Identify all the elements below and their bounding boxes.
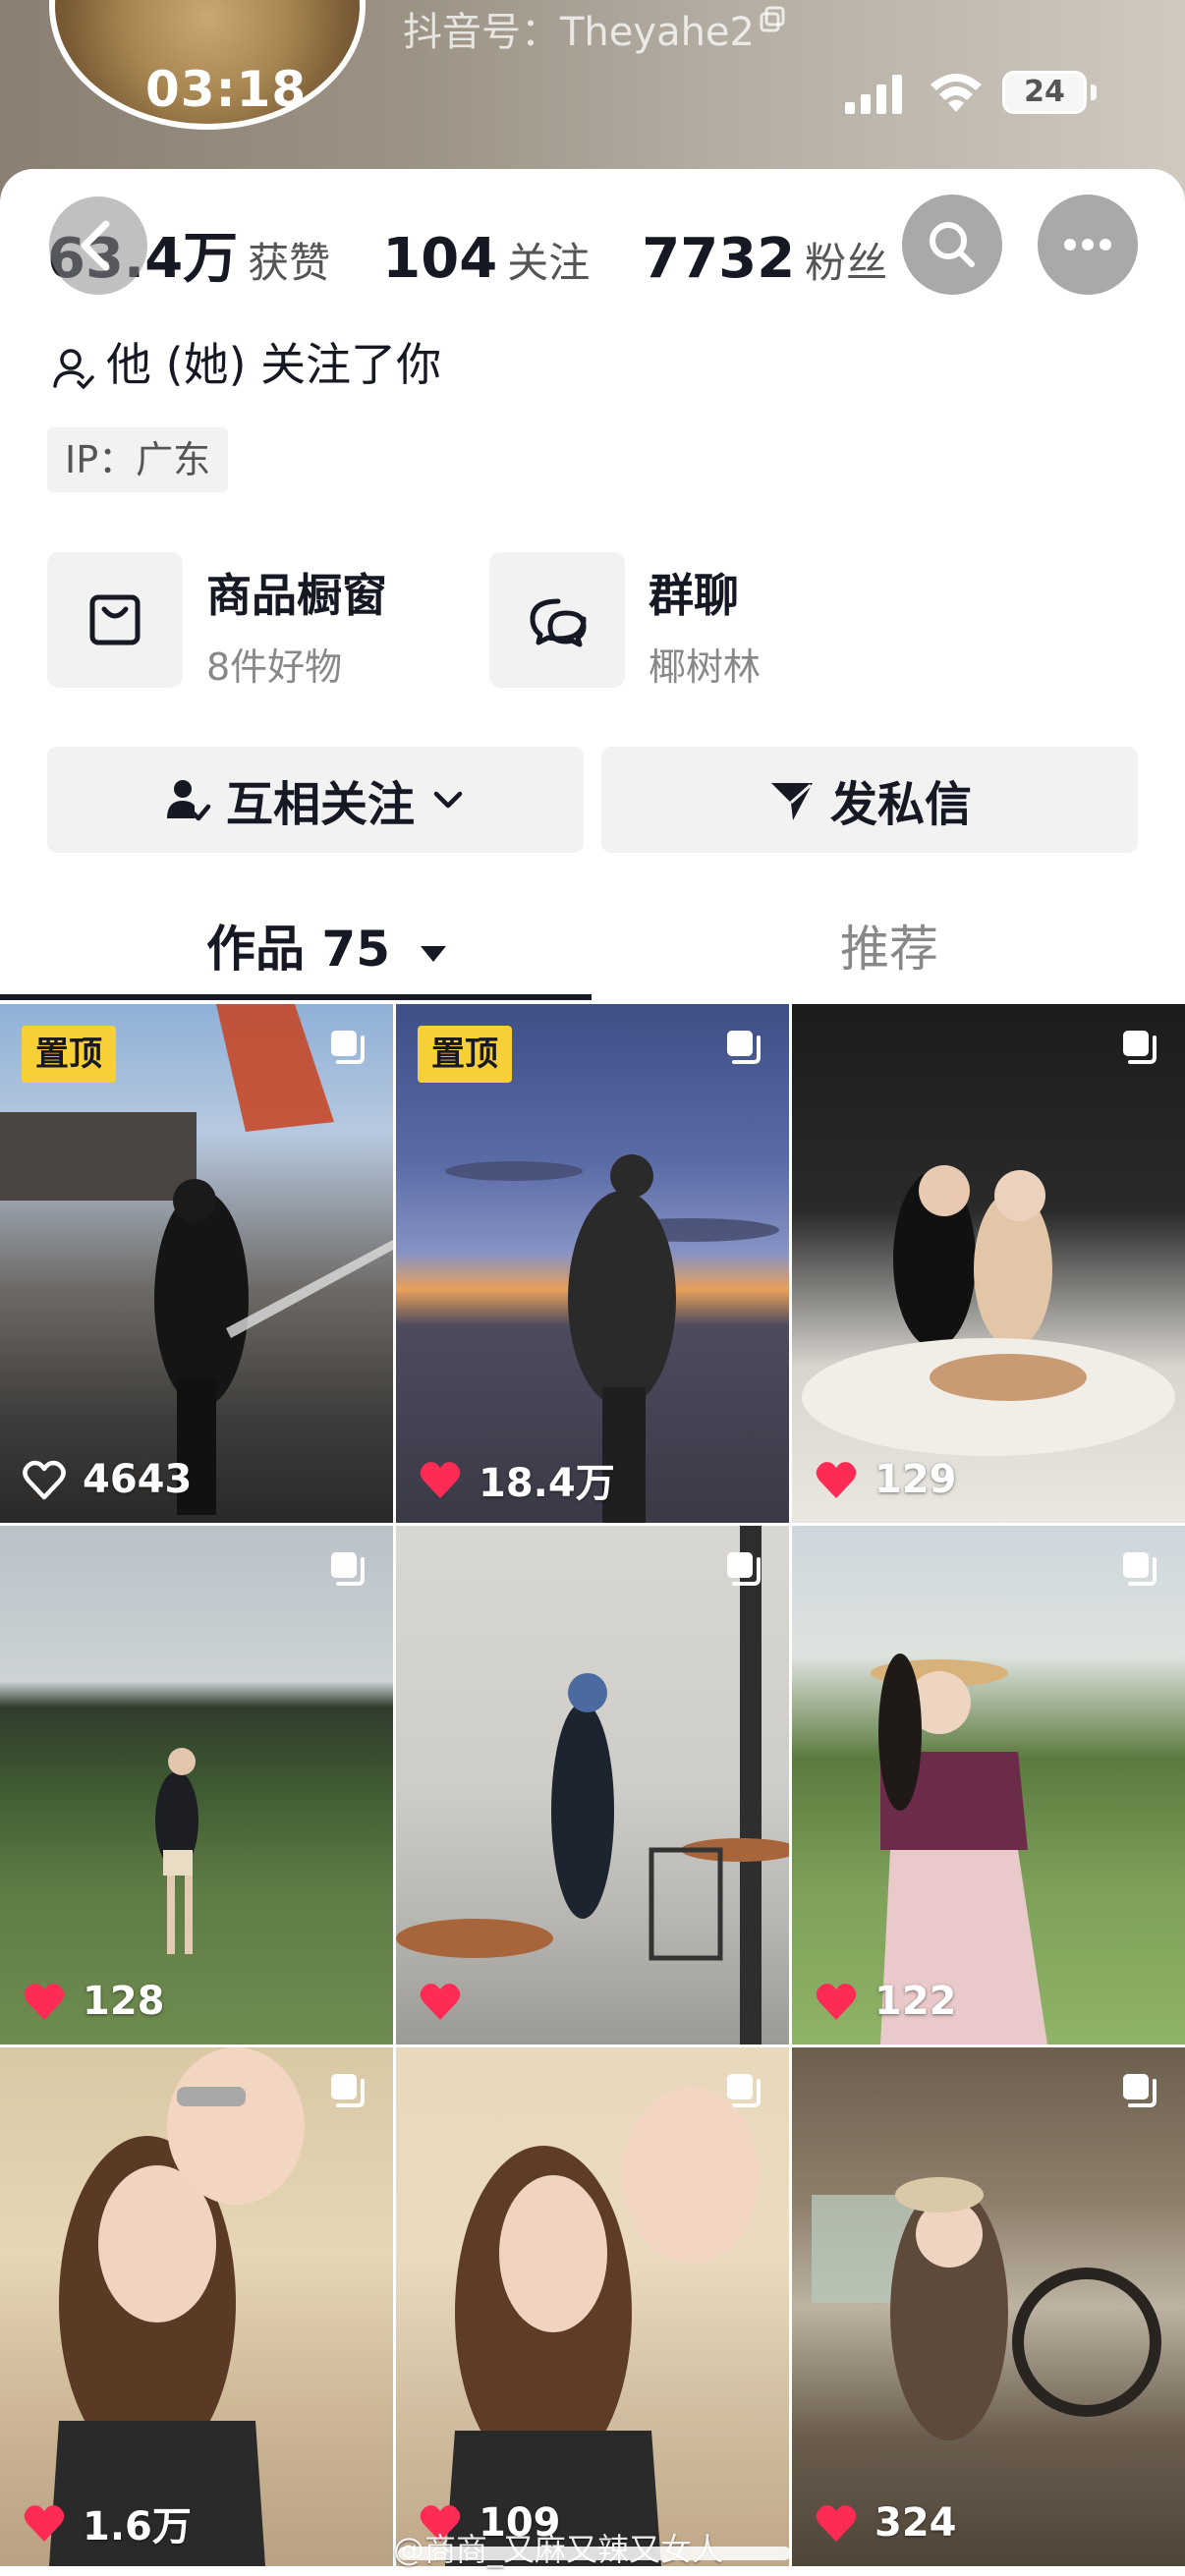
like-count-text: 4643 bbox=[83, 1457, 193, 1502]
like-count: 128 bbox=[22, 1972, 165, 2031]
profile-stats: 63.4万获赞 104关注 7732粉丝 bbox=[47, 214, 934, 291]
shop-window-card[interactable]: 商品橱窗 8件好物 bbox=[47, 552, 460, 690]
tab-works[interactable]: 作品 75 bbox=[206, 910, 450, 980]
video-tile[interactable]: 122 bbox=[792, 1526, 1185, 2044]
tab-indicator bbox=[0, 994, 592, 1000]
like-count: 4643 bbox=[22, 1450, 192, 1509]
multi-image-icon bbox=[331, 1552, 365, 1586]
shop-icon-box bbox=[47, 552, 183, 688]
multi-image-icon bbox=[727, 1552, 761, 1586]
send-message-button[interactable]: 发私信 bbox=[601, 747, 1138, 853]
chevron-down-icon bbox=[433, 791, 463, 809]
video-tile[interactable]: 129 bbox=[792, 1004, 1185, 1523]
tile-scene bbox=[396, 1526, 789, 2044]
mutual-follow-label: 互相关注 bbox=[225, 777, 415, 832]
home-indicator[interactable] bbox=[398, 2547, 791, 2560]
multi-image-icon bbox=[331, 2074, 365, 2107]
heart-outline-icon bbox=[23, 1460, 66, 1500]
send-icon bbox=[770, 783, 813, 820]
like-count-text: 122 bbox=[875, 1979, 957, 2024]
video-grid: 置顶 4643 置顶 18.4万 129 128 122 1.6万 109 32… bbox=[0, 1004, 1185, 2576]
like-count: 324 bbox=[814, 2493, 957, 2552]
video-tile[interactable]: 置顶 18.4万 bbox=[396, 1004, 789, 1523]
caret-down-icon bbox=[421, 945, 447, 962]
multi-image-icon bbox=[331, 1031, 365, 1064]
tile-scene bbox=[871, 1653, 1047, 2044]
back-button[interactable] bbox=[49, 196, 147, 295]
ip-location-tag: IP：广东 bbox=[47, 427, 229, 492]
heart-filled-icon bbox=[816, 1984, 857, 2020]
tile-scene bbox=[49, 2047, 305, 2566]
battery-tip bbox=[1091, 84, 1097, 100]
search-icon bbox=[930, 222, 975, 267]
copy-icon[interactable] bbox=[759, 6, 786, 33]
heart-filled-icon bbox=[420, 1462, 461, 1498]
mutual-follow-button[interactable]: 互相关注 bbox=[47, 747, 584, 853]
more-button[interactable] bbox=[1038, 195, 1138, 295]
tile-scene bbox=[812, 2177, 1161, 2440]
like-count: 18.4万 bbox=[418, 1450, 615, 1509]
like-count: 1.6万 bbox=[22, 2493, 192, 2552]
profile-tabs: 作品 75 推荐 bbox=[0, 884, 1185, 1002]
like-count bbox=[418, 1972, 479, 2031]
tile-scene bbox=[155, 1748, 198, 1954]
status-time: 03:18 bbox=[145, 61, 308, 118]
like-count-text: 128 bbox=[83, 1979, 165, 2024]
follows-you-text: 他 (她) 关注了你 bbox=[106, 338, 442, 391]
wifi-icon bbox=[931, 74, 982, 112]
video-tile[interactable]: 128 bbox=[0, 1526, 393, 2044]
followers-count[interactable]: 7732 bbox=[642, 227, 795, 291]
battery-indicator: 24 bbox=[1002, 71, 1087, 114]
like-count: 122 bbox=[814, 1972, 957, 2031]
tab-works-label: 作品 75 bbox=[206, 921, 390, 978]
tab-recommend[interactable]: 推荐 bbox=[840, 910, 938, 980]
heart-filled-icon bbox=[24, 2505, 65, 2542]
douyin-id: 抖音号：Theyahe2 bbox=[403, 10, 755, 55]
multi-image-icon bbox=[727, 2074, 761, 2107]
chevron-left-icon bbox=[81, 220, 110, 271]
multi-image-icon bbox=[727, 1031, 761, 1064]
more-icon bbox=[1064, 239, 1111, 251]
chat-icon-box bbox=[489, 552, 625, 688]
video-tile[interactable]: 1.6万 bbox=[0, 2047, 393, 2566]
shop-window-title: 商品橱窗 bbox=[206, 569, 387, 622]
follows-you-note: 他 (她) 关注了你 bbox=[49, 329, 441, 394]
like-count-text: 18.4万 bbox=[479, 1461, 615, 1506]
multi-image-icon bbox=[1123, 1031, 1157, 1064]
tile-scene bbox=[445, 2087, 760, 2566]
followers-label: 粉丝 bbox=[805, 239, 888, 287]
pinned-badge: 置顶 bbox=[22, 1026, 116, 1083]
group-chat-title: 群聊 bbox=[649, 569, 739, 622]
send-message-label: 发私信 bbox=[829, 777, 972, 832]
video-tile[interactable]: 324 bbox=[792, 2047, 1185, 2566]
pinned-badge: 置顶 bbox=[418, 1026, 512, 1083]
video-tile[interactable]: 置顶 4643 bbox=[0, 1004, 393, 1523]
video-tile[interactable] bbox=[396, 1526, 789, 2044]
shop-window-sub: 8件好物 bbox=[206, 645, 343, 689]
group-chat-card[interactable]: 群聊 椰树林 bbox=[489, 552, 902, 690]
multi-image-icon bbox=[1123, 2074, 1157, 2107]
signal-icon bbox=[845, 75, 902, 114]
search-button[interactable] bbox=[902, 195, 1002, 295]
multi-image-icon bbox=[1123, 1552, 1157, 1586]
following-count[interactable]: 104 bbox=[382, 227, 497, 291]
person-icon bbox=[53, 348, 94, 389]
heart-filled-icon bbox=[24, 1984, 65, 2020]
like-count-text: 1.6万 bbox=[83, 2504, 192, 2549]
heart-filled-icon bbox=[816, 2505, 857, 2542]
user-check-icon bbox=[166, 780, 211, 821]
like-count-text: 324 bbox=[875, 2500, 957, 2546]
group-chat-sub: 椰树林 bbox=[649, 645, 762, 689]
tile-scene bbox=[802, 1165, 1175, 1456]
heart-filled-icon bbox=[816, 1462, 857, 1498]
like-count: 129 bbox=[814, 1450, 957, 1509]
following-label: 关注 bbox=[507, 239, 591, 287]
shopping-bag-icon bbox=[89, 594, 141, 645]
likes-label: 获赞 bbox=[248, 239, 331, 287]
video-tile[interactable]: 109 bbox=[396, 2047, 789, 2566]
chat-bubbles-icon bbox=[530, 598, 587, 647]
like-count-text: 129 bbox=[875, 1457, 957, 1502]
heart-filled-icon bbox=[420, 1984, 461, 2020]
